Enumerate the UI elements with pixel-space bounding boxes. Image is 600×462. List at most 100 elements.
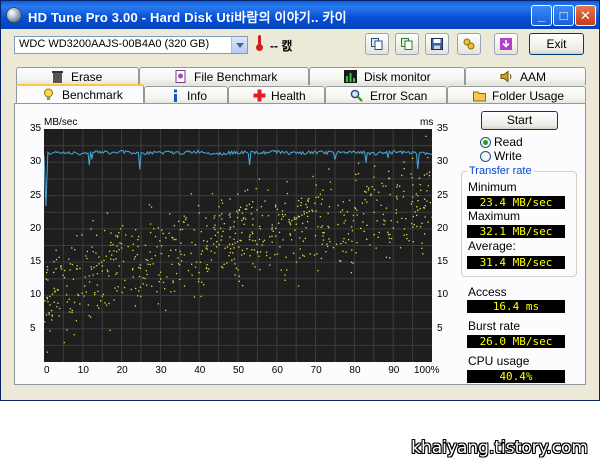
copy-all-button[interactable] <box>395 33 419 55</box>
access-time-point <box>388 177 390 179</box>
access-time-point <box>203 284 205 286</box>
tab-aam[interactable]: AAM <box>465 67 586 85</box>
chevron-down-icon[interactable] <box>231 37 247 53</box>
save-icon <box>431 38 443 50</box>
exit-button[interactable]: Exit <box>529 33 584 55</box>
access-time-point <box>53 271 55 274</box>
access-time-point <box>279 246 281 248</box>
tab-health[interactable]: Health <box>228 86 325 104</box>
maximize-button[interactable]: □ <box>553 5 574 26</box>
tab-benchmark[interactable]: Benchmark <box>16 84 144 104</box>
access-time-point <box>46 298 48 300</box>
access-time-point <box>431 216 432 218</box>
access-time-point <box>360 227 362 229</box>
access-label: Access <box>468 285 507 299</box>
download-button[interactable] <box>494 33 518 55</box>
access-time-point <box>278 222 280 224</box>
access-time-point <box>302 240 304 242</box>
access-time-point <box>260 206 262 208</box>
access-time-point <box>275 235 277 237</box>
access-time-point <box>171 263 173 265</box>
access-time-point <box>286 181 288 183</box>
x-tick-label: 20 <box>116 365 128 376</box>
access-time-point <box>236 210 238 212</box>
tab-erase[interactable]: Erase <box>16 67 139 85</box>
save-button[interactable] <box>425 33 449 55</box>
tab-disk-monitor[interactable]: Disk monitor <box>309 67 465 85</box>
access-time-point <box>405 218 407 220</box>
access-time-point <box>241 212 244 214</box>
access-time-point <box>315 210 317 212</box>
tab-info[interactable]: Info <box>144 86 228 104</box>
access-time-point <box>390 220 392 222</box>
access-time-point <box>340 211 342 213</box>
access-time-point <box>157 227 159 229</box>
access-time-point <box>343 237 345 240</box>
title-bar[interactable]: HD Tune Pro 3.00 - Hard Disk Uti바람의 이야기.… <box>1 1 599 29</box>
access-time-point <box>151 258 153 260</box>
access-time-point <box>132 249 134 252</box>
thermometer-icon <box>256 35 263 51</box>
access-time-point <box>293 252 295 254</box>
access-time-point <box>175 249 177 251</box>
access-time-point <box>85 255 87 257</box>
access-time-point <box>380 204 382 206</box>
tab-error-scan[interactable]: Error Scan <box>325 86 447 104</box>
access-time-point <box>326 243 328 245</box>
access-time-point <box>389 193 391 196</box>
access-time-point <box>197 205 200 207</box>
access-time-point <box>213 226 215 229</box>
access-time-point <box>187 224 189 226</box>
access-time-point <box>370 194 372 197</box>
access-time-point <box>140 295 142 298</box>
access-time-point <box>125 234 127 236</box>
access-time-point <box>228 243 231 245</box>
speaker-icon <box>500 70 512 83</box>
access-time-point <box>98 307 100 309</box>
access-time-point <box>402 196 405 198</box>
access-time-point <box>305 203 307 206</box>
access-time-point <box>352 214 355 217</box>
access-time-point <box>105 255 107 257</box>
benchmark-chart <box>44 129 432 362</box>
access-time-point <box>221 213 223 215</box>
access-time-point <box>248 239 251 241</box>
access-time-point <box>262 241 264 243</box>
start-button[interactable]: Start <box>481 111 558 130</box>
access-time-point <box>220 239 222 241</box>
access-time-point <box>274 204 277 206</box>
close-button[interactable]: ✕ <box>575 5 596 26</box>
copy-button[interactable] <box>365 33 389 55</box>
access-time-point <box>252 233 254 235</box>
access-time-point <box>137 238 139 241</box>
access-time-point <box>101 295 103 297</box>
access-time-point <box>138 290 140 292</box>
x-tick-label: 0 <box>44 365 50 376</box>
access-time-point <box>295 223 297 225</box>
access-time-point <box>351 240 353 242</box>
access-time-point <box>390 238 393 240</box>
access-time-point <box>47 279 49 281</box>
tab-file-benchmark[interactable]: File Benchmark <box>139 67 309 85</box>
write-radio-label: Write <box>494 149 522 163</box>
minimize-button[interactable]: _ <box>531 5 552 26</box>
access-time-point <box>281 218 283 220</box>
tab-label: Erase <box>71 70 103 84</box>
tab-folder-usage[interactable]: Folder Usage <box>447 86 586 104</box>
read-radio[interactable] <box>480 137 491 148</box>
access-time-point <box>303 210 305 213</box>
access-time-point <box>168 255 170 257</box>
drive-select[interactable]: WDC WD3200AAJS-00B4A0 (320 GB) <box>14 36 248 54</box>
access-time-point <box>83 295 85 297</box>
access-time-point <box>399 185 401 187</box>
access-time-point <box>294 229 296 231</box>
access-time-point <box>317 225 319 228</box>
tab-label: Disk monitor <box>364 70 431 84</box>
access-time-point <box>343 222 345 224</box>
maximum-value: 32.1 MB/sec <box>467 225 565 238</box>
access-time-point <box>347 233 349 235</box>
access-time-point <box>276 208 278 210</box>
access-time-point <box>144 277 146 280</box>
write-radio[interactable] <box>480 151 491 162</box>
options-button[interactable] <box>457 33 481 55</box>
